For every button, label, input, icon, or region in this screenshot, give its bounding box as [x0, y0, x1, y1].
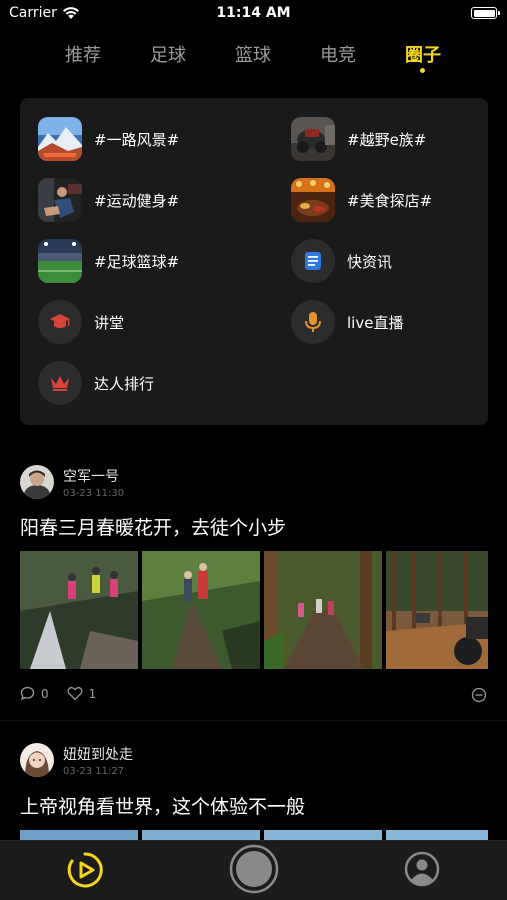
like-button[interactable]: 1 [67, 686, 97, 701]
circle-label: #一路风景# [94, 130, 180, 149]
news-icon [291, 239, 335, 283]
circle-item-live[interactable]: live直播 [291, 299, 403, 345]
tab-football[interactable]: 足球 [150, 41, 186, 67]
circle-label: 讲堂 [94, 313, 125, 332]
post-timestamp: 03-23 11:30 [63, 488, 125, 499]
circle-label: 快资讯 [347, 252, 393, 271]
circle-label: 达人排行 [94, 374, 155, 393]
post-username[interactable]: 空军一号 [63, 466, 119, 486]
circle-item-ranking[interactable]: 达人排行 [38, 360, 154, 406]
post-title[interactable]: 阳春三月春暖花开，去徒个小步 [20, 513, 286, 540]
tab-recommend[interactable]: 推荐 [65, 41, 101, 67]
circle-label: live直播 [347, 313, 404, 332]
like-count: 1 [88, 686, 97, 701]
more-options-icon[interactable] [471, 687, 487, 703]
comment-count: 0 [41, 686, 49, 701]
post-timestamp: 03-23 11:27 [63, 766, 125, 777]
circle-item-news[interactable]: 快资讯 [291, 238, 392, 284]
post-photo[interactable] [264, 830, 382, 840]
tab-esports[interactable]: 电竞 [320, 41, 356, 67]
category-tabs: 推荐 足球 篮球 电竞 圈子 [0, 38, 507, 78]
post-photo[interactable] [142, 551, 260, 669]
post-photos [20, 551, 488, 669]
circle-label: #越野e族# [347, 130, 427, 149]
circle-label: #足球篮球# [94, 252, 180, 271]
circle-label: #美食探店# [347, 191, 433, 210]
circle-item-offroad[interactable]: #越野e族# [291, 116, 426, 162]
food-photo-icon [291, 178, 335, 222]
circle-item-food[interactable]: #美食探店# [291, 177, 432, 223]
tab-circles[interactable]: 圈子 [405, 41, 441, 67]
fitness-photo-icon [38, 178, 82, 222]
clock: 11:14 AM [216, 5, 291, 21]
post-divider [0, 720, 507, 721]
profile-icon[interactable] [404, 851, 440, 887]
post-photo[interactable] [386, 551, 488, 669]
post-photo[interactable] [20, 551, 138, 669]
tab-basketball[interactable]: 篮球 [235, 41, 271, 67]
circle-item-scenery[interactable]: #一路风景# [38, 116, 179, 162]
circles-panel: #一路风景# #越野e族# #运动健身# #美食探店# #足球篮球# 快资讯 讲… [20, 98, 488, 425]
battery-icon [471, 7, 500, 19]
circle-item-football-basketball[interactable]: #足球篮球# [38, 238, 179, 284]
post-photos [20, 830, 488, 840]
circle-label: #运动健身# [94, 191, 180, 210]
post-photo[interactable] [20, 830, 138, 840]
circle-item-fitness[interactable]: #运动健身# [38, 177, 179, 223]
heart-icon [67, 686, 83, 701]
avatar[interactable] [20, 743, 54, 777]
active-tab-indicator [420, 68, 425, 73]
circle-item-lecture[interactable]: 讲堂 [38, 299, 124, 345]
camera-shutter-icon[interactable] [229, 844, 279, 894]
offroad-photo-icon [291, 117, 335, 161]
graduation-cap-icon [38, 300, 82, 344]
post-photo[interactable] [264, 551, 382, 669]
stadium-photo-icon [38, 239, 82, 283]
play-circle-icon[interactable] [66, 851, 104, 889]
crown-icon [38, 361, 82, 405]
microphone-icon [291, 300, 335, 344]
avatar[interactable] [20, 465, 54, 499]
comment-icon [20, 686, 35, 701]
post-photo[interactable] [142, 830, 260, 840]
comment-button[interactable]: 0 [20, 686, 49, 701]
post-photo[interactable] [386, 830, 488, 840]
post-actions: 0 1 [20, 686, 114, 701]
bottom-tab-bar [0, 840, 507, 900]
status-bar: Carrier 11:14 AM [0, 0, 507, 28]
post-title[interactable]: 上帝视角看世界，这个体验不一般 [20, 792, 305, 819]
post-username[interactable]: 妞妞到处走 [63, 744, 133, 764]
scenery-photo-icon [38, 117, 82, 161]
